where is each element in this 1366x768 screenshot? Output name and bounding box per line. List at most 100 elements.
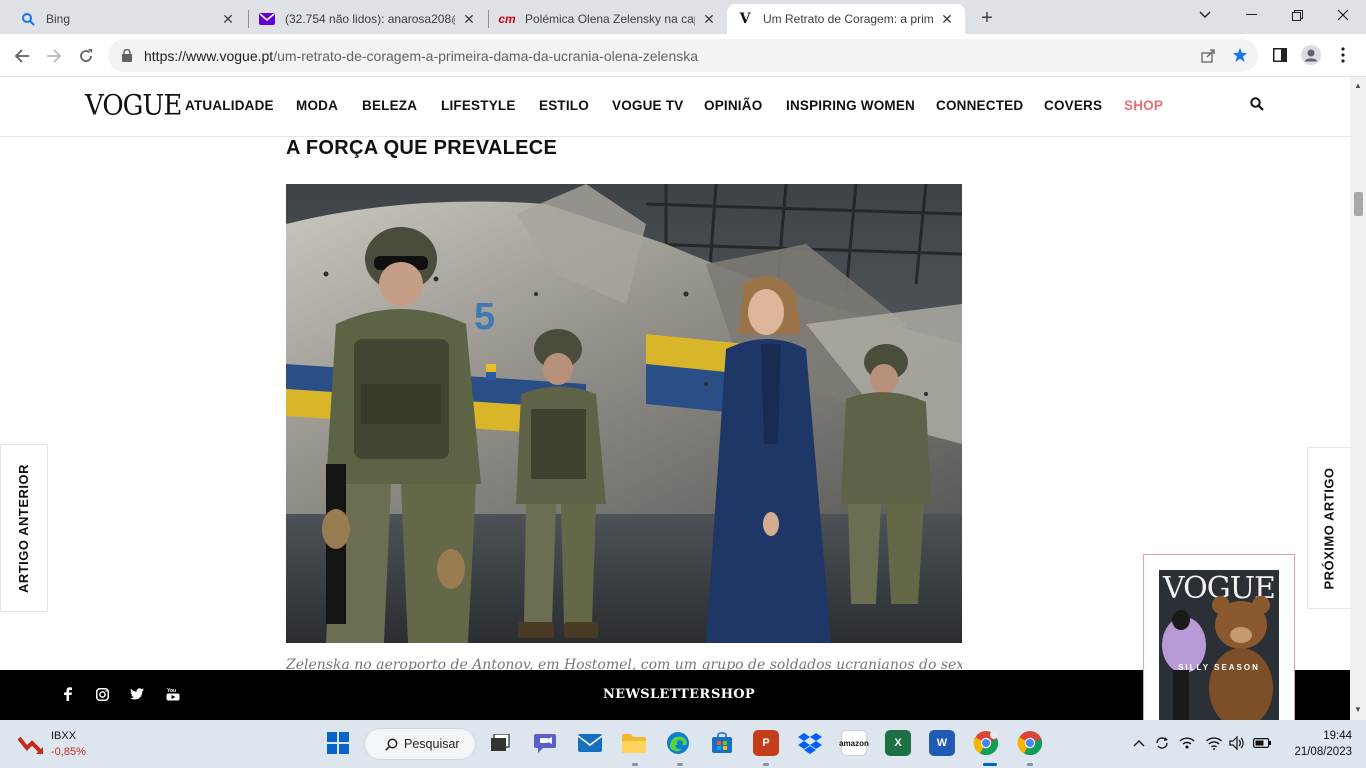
edge-browser-icon[interactable]: [665, 730, 691, 756]
nav-beleza[interactable]: BELEZA: [362, 98, 417, 113]
address-bar[interactable]: https://www.vogue.pt/um-retrato-de-corag…: [108, 39, 1258, 72]
reload-button[interactable]: [72, 42, 100, 70]
next-article-label: PRÓXIMO ARTIGO: [1321, 466, 1337, 590]
chrome-icon[interactable]: [1017, 730, 1043, 756]
powerpoint-icon[interactable]: P: [753, 730, 779, 756]
nav-vogue-tv[interactable]: VOGUE TV: [612, 98, 683, 113]
cover-line: SILLY SEASON: [1178, 663, 1260, 672]
close-icon[interactable]: ✕: [939, 11, 955, 27]
excel-icon[interactable]: X: [885, 730, 911, 756]
scroll-up-arrow[interactable]: ▲: [1353, 81, 1363, 91]
url-text: https://www.vogue.pt/um-retrato-de-corag…: [144, 48, 698, 64]
minimize-button[interactable]: [1228, 0, 1274, 30]
amazon-icon[interactable]: amazon: [839, 730, 869, 756]
nav-atualidade[interactable]: ATUALIDADE: [185, 98, 274, 113]
vogue-logo[interactable]: VOGUE: [85, 90, 182, 122]
page-scrollbar[interactable]: ▲ ▼: [1350, 77, 1366, 720]
youtube-icon[interactable]: You: [165, 686, 181, 702]
restore-button[interactable]: [1274, 0, 1320, 30]
bookmark-star-icon[interactable]: [1230, 45, 1250, 65]
lock-icon[interactable]: [120, 49, 134, 63]
running-indicator: [677, 763, 683, 766]
nav-lifestyle[interactable]: LIFESTYLE: [441, 98, 516, 113]
stock-trend-icon: [18, 736, 44, 755]
tab-strip: Bing ✕ (32.754 não lidos): anarosa208@ya…: [0, 0, 1366, 34]
tab-title: (32.754 não lidos): anarosa208@yahoo: [285, 12, 455, 26]
chevron-up-icon[interactable]: [1130, 734, 1148, 752]
footer-newsletter-link[interactable]: NEWSLETTER: [603, 687, 710, 702]
url-host: https://www.vogue.pt: [144, 47, 274, 64]
vogue-v-icon: V: [739, 11, 751, 27]
word-icon[interactable]: W: [929, 730, 955, 756]
stock-widget[interactable]: IBXX -0,85%: [18, 728, 118, 760]
share-icon[interactable]: [1198, 45, 1218, 65]
task-view-icon[interactable]: [487, 730, 513, 756]
scrollbar-thumb[interactable]: [1354, 192, 1363, 216]
browser-menu-icon[interactable]: [1330, 42, 1356, 68]
battery-icon[interactable]: [1253, 734, 1271, 752]
search-icon[interactable]: [1250, 97, 1266, 113]
cover-image: VOGUE SILLY SEASON: [1159, 570, 1279, 720]
network-alert-icon[interactable]: [1178, 734, 1196, 752]
search-icon: [20, 11, 36, 27]
forward-button[interactable]: [40, 42, 68, 70]
start-icon[interactable]: [325, 730, 351, 756]
tab-bing[interactable]: Bing ✕: [10, 4, 246, 34]
tab-vogue[interactable]: V Um Retrato de Coragem: a primeira dama…: [727, 4, 965, 34]
tab-search-button[interactable]: [1182, 0, 1228, 30]
tab-cmjornal[interactable]: cm Polémica Olena Zelensky na capa ✕: [489, 4, 727, 34]
nav-estilo[interactable]: ESTILO: [539, 98, 589, 113]
close-icon[interactable]: ✕: [701, 11, 717, 27]
close-icon[interactable]: ✕: [220, 11, 236, 27]
twitter-icon[interactable]: [129, 686, 145, 702]
dropbox-icon[interactable]: [797, 730, 823, 756]
taskbar-search[interactable]: Pesquisar: [364, 728, 476, 760]
tab-yahoo-mail[interactable]: (32.754 não lidos): anarosa208@yahoo ✕: [249, 4, 487, 34]
browser-toolbar: https://www.vogue.pt/um-retrato-de-corag…: [0, 34, 1366, 77]
close-window-button[interactable]: [1320, 0, 1366, 30]
nav-connected[interactable]: CONNECTED: [936, 98, 1023, 113]
chrome-profile-icon[interactable]: [973, 730, 999, 756]
running-indicator: [632, 763, 638, 766]
side-panel-icon[interactable]: [1267, 42, 1293, 68]
active-indicator: [983, 763, 997, 766]
amazon-label: amazon: [839, 738, 869, 748]
windows-taskbar: IBXX -0,85% Pesquisar P amazon X W 19:44…: [0, 720, 1366, 768]
nav-opiniao[interactable]: OPINIÃO: [704, 98, 762, 113]
facebook-icon[interactable]: [60, 686, 76, 702]
volume-icon[interactable]: [1228, 734, 1246, 752]
section-heading: A FORÇA QUE PREVALECE: [286, 137, 558, 159]
wifi-icon[interactable]: [1205, 734, 1223, 752]
svg-text:You: You: [167, 688, 176, 694]
aircraft-number: 5: [474, 296, 495, 338]
nav-shop[interactable]: SHOP: [1124, 98, 1163, 113]
tab-title: Um Retrato de Coragem: a primeira dama: [763, 12, 933, 26]
tab-title: Bing: [46, 12, 71, 26]
footer-shop-link[interactable]: SHOP: [711, 687, 755, 702]
nav-moda[interactable]: MODA: [296, 98, 338, 113]
sync-icon[interactable]: [1153, 734, 1171, 752]
previous-article-tab[interactable]: ARTIGO ANTERIOR: [0, 444, 48, 612]
magazine-cover-ad[interactable]: VOGUE SILLY SEASON: [1143, 554, 1295, 720]
microsoft-store-icon[interactable]: [709, 730, 735, 756]
url-path: /um-retrato-de-coragem-a-primeira-dama-d…: [273, 47, 699, 64]
ticker-name: IBXX: [51, 730, 77, 742]
instagram-icon[interactable]: [94, 686, 110, 702]
profile-avatar-icon[interactable]: [1298, 42, 1324, 68]
nav-inspiring-women[interactable]: INSPIRING WOMEN: [786, 98, 915, 113]
photo-illustration: 5: [286, 184, 962, 643]
article-photo[interactable]: 5: [286, 184, 962, 643]
tab-title: Polémica Olena Zelensky na capa: [525, 12, 695, 26]
new-tab-button[interactable]: +: [976, 7, 998, 29]
teams-chat-icon[interactable]: [532, 730, 558, 756]
back-button[interactable]: [8, 42, 36, 70]
file-explorer-icon[interactable]: [621, 730, 647, 756]
next-article-tab[interactable]: PRÓXIMO ARTIGO: [1307, 447, 1350, 609]
nav-covers[interactable]: COVERS: [1044, 98, 1102, 113]
scroll-down-arrow[interactable]: ▼: [1353, 705, 1363, 715]
clock-time: 19:44: [1323, 730, 1352, 742]
close-icon[interactable]: ✕: [461, 11, 477, 27]
site-header: VOGUE ATUALIDADE MODA BELEZA LIFESTYLE E…: [0, 77, 1350, 137]
system-clock[interactable]: 19:44 21/08/2023: [1282, 728, 1352, 760]
mail-icon[interactable]: [577, 730, 603, 756]
